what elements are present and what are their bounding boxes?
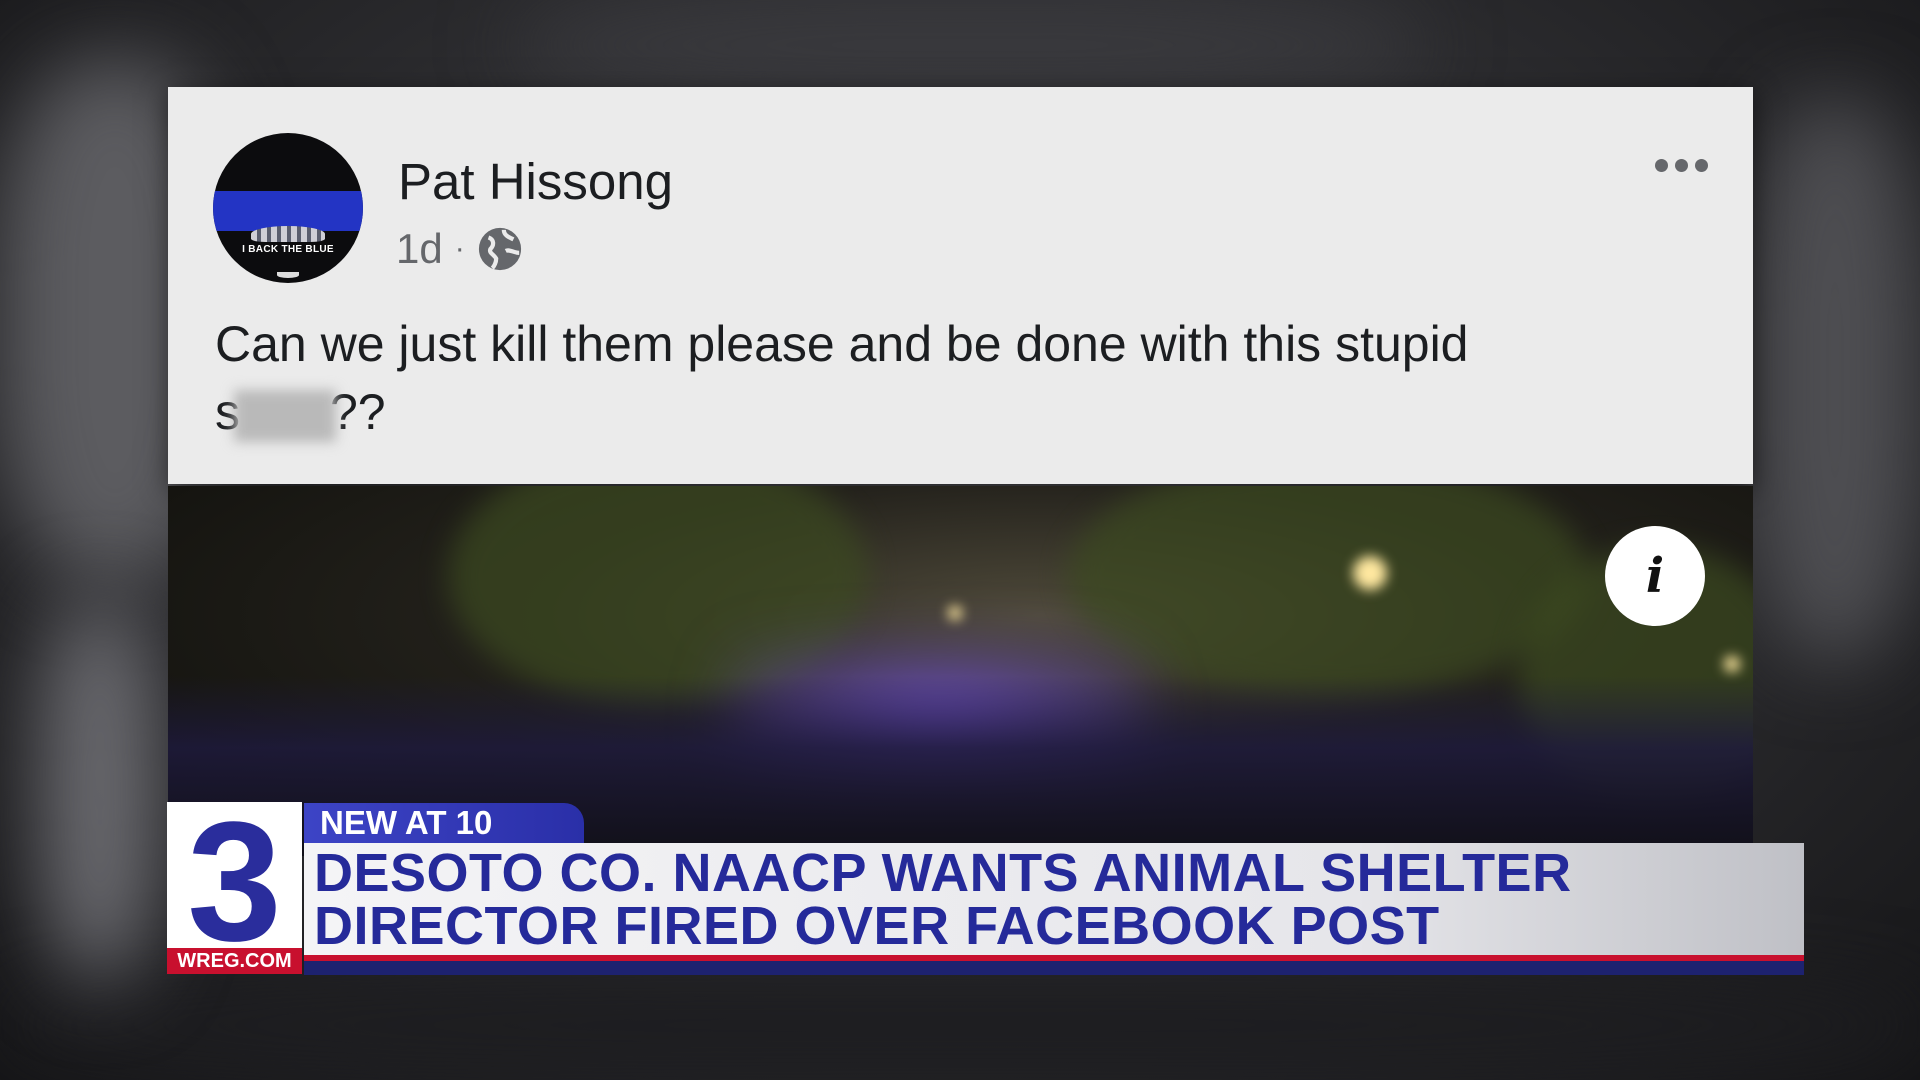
post-text-line-2: s?? [215, 383, 386, 442]
more-options-icon[interactable] [1655, 159, 1708, 172]
post-video[interactable]: i [168, 486, 1753, 856]
info-icon[interactable]: i [1605, 526, 1705, 626]
facebook-post-card: I BACK THE BLUE Pat Hissong 1d · Can we … [168, 87, 1753, 484]
accent-bar-blue [304, 961, 1804, 975]
news-tag: NEW AT 10 [304, 803, 584, 843]
post-meta: 1d · [396, 225, 523, 273]
avatar-text: I BACK THE BLUE [242, 244, 334, 255]
post-text-end: ?? [330, 384, 386, 440]
censored-word [234, 389, 336, 442]
station-logo: 3 WREG.COM [167, 802, 302, 974]
logo-site: WREG.COM [167, 948, 302, 974]
meta-separator: · [454, 232, 465, 265]
flag-icon [251, 226, 325, 242]
author-name[interactable]: Pat Hissong [398, 152, 673, 211]
headline-banner: DESOTO CO. NAACP WANTS ANIMAL SHELTER DI… [304, 843, 1804, 955]
headline-line-1: DESOTO CO. NAACP WANTS ANIMAL SHELTER [314, 843, 1572, 903]
globe-icon [478, 227, 521, 271]
headline-line-2: DIRECTOR FIRED OVER FACEBOOK POST [314, 896, 1440, 956]
post-text-line-1: Can we just kill them please and be done… [215, 316, 1469, 372]
post-time[interactable]: 1d [396, 225, 443, 273]
avatar[interactable]: I BACK THE BLUE [213, 133, 363, 283]
